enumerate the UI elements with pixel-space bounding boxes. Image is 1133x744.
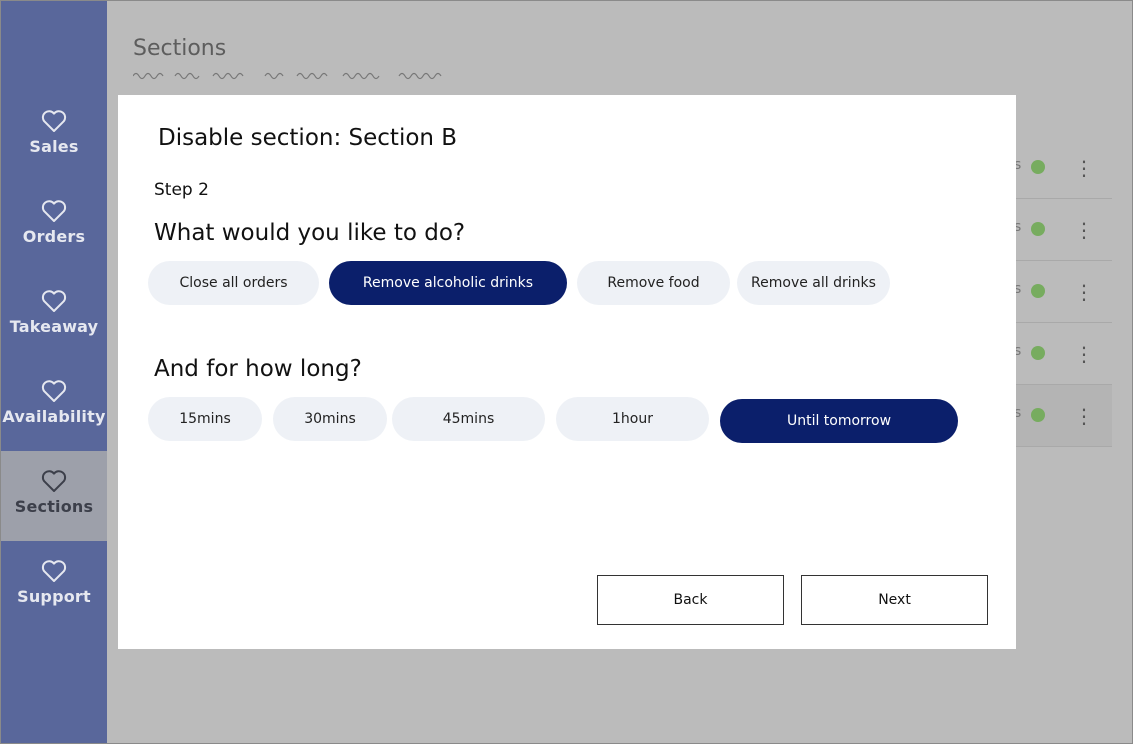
option-close-all-orders[interactable]: Close all orders — [148, 261, 319, 305]
sidebar-item-takeaway[interactable]: Takeaway — [1, 271, 107, 361]
more-options-icon[interactable]: ⋮ — [1074, 219, 1094, 241]
sidebar-item-label: Sections — [14, 497, 94, 516]
next-button[interactable]: Next — [801, 575, 988, 625]
dialog-title: Disable section: Section B — [158, 125, 458, 151]
sidebar-item-sales[interactable]: Sales — [1, 91, 107, 181]
status-dot — [1031, 346, 1045, 360]
sidebar: Sales Orders Takeaway Availability Secti… — [1, 1, 107, 743]
status-dot — [1031, 160, 1045, 174]
duration-45mins[interactable]: 45mins — [392, 397, 545, 441]
duration-until-tomorrow[interactable]: Until tomorrow — [720, 399, 958, 443]
more-options-icon[interactable]: ⋮ — [1074, 281, 1094, 303]
section-row[interactable]: s ⋮ — [1014, 199, 1112, 261]
status-dot — [1031, 222, 1045, 236]
page-title: Sections — [133, 36, 227, 61]
sidebar-item-sections[interactable]: Sections — [1, 451, 107, 541]
section-row[interactable]: s ⋮ — [1014, 137, 1112, 199]
duration-question: And for how long? — [154, 356, 362, 382]
sidebar-item-label: Availability — [2, 407, 106, 426]
duration-30mins[interactable]: 30mins — [273, 397, 387, 441]
action-question: What would you like to do? — [154, 220, 466, 246]
scribble-placeholder — [133, 72, 442, 80]
heart-icon — [41, 470, 67, 492]
sidebar-item-label: Takeaway — [9, 317, 99, 336]
duration-15mins[interactable]: 15mins — [148, 397, 262, 441]
duration-1hour[interactable]: 1hour — [556, 397, 709, 441]
sidebar-item-availability[interactable]: Availability — [1, 361, 107, 451]
section-row[interactable]: s ⋮ — [1014, 323, 1112, 385]
heart-icon — [41, 110, 67, 132]
back-button[interactable]: Back — [597, 575, 784, 625]
more-options-icon[interactable]: ⋮ — [1074, 157, 1094, 179]
more-options-icon[interactable]: ⋮ — [1074, 343, 1094, 365]
heart-icon — [41, 560, 67, 582]
sidebar-item-label: Support — [17, 587, 91, 606]
section-row[interactable]: s ⋮ — [1014, 385, 1112, 447]
status-dot — [1031, 284, 1045, 298]
heart-icon — [41, 380, 67, 402]
sidebar-item-orders[interactable]: Orders — [1, 181, 107, 271]
disable-section-dialog: Disable section: Section B Step 2 What w… — [118, 95, 1016, 649]
step-indicator: Step 2 — [154, 180, 209, 200]
option-remove-food[interactable]: Remove food — [577, 261, 730, 305]
heart-icon — [41, 200, 67, 222]
more-options-icon[interactable]: ⋮ — [1074, 405, 1094, 427]
status-dot — [1031, 408, 1045, 422]
sidebar-item-label: Orders — [22, 227, 86, 246]
sidebar-item-label: Sales — [29, 137, 79, 156]
heart-icon — [41, 290, 67, 312]
section-row[interactable]: s ⋮ — [1014, 261, 1112, 323]
option-remove-all-drinks[interactable]: Remove all drinks — [737, 261, 890, 305]
option-remove-alcoholic-drinks[interactable]: Remove alcoholic drinks — [329, 261, 567, 305]
sidebar-item-support[interactable]: Support — [1, 541, 107, 631]
